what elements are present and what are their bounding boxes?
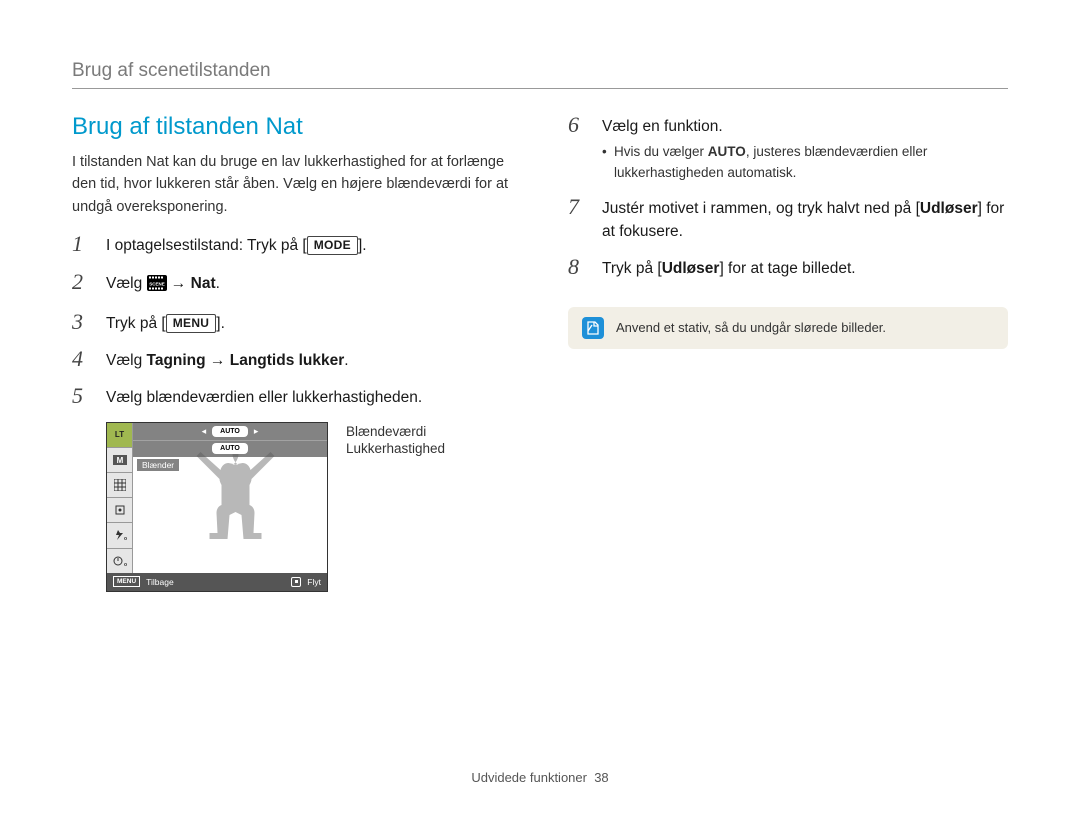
step-1: 1 I optagelsestilstand: Tryk på [MODE]. xyxy=(72,232,512,257)
left-arrow-icon: ◂ xyxy=(202,426,207,437)
svg-text:M: M xyxy=(116,456,123,465)
step-8: 8 Tryk på [Udløser] for at tage billedet… xyxy=(568,255,1008,280)
step-number: 8 xyxy=(568,255,590,279)
steps-left: 1 I optagelsestilstand: Tryk på [MODE]. … xyxy=(72,232,512,409)
content-columns: Brug af tilstanden Nat I tilstanden Nat … xyxy=(72,113,1008,592)
breadcrumb: Brug af scenetilstanden xyxy=(72,60,1008,82)
lcd-bottombar: MENU Tilbage Flyt xyxy=(107,573,327,591)
aperture-label: Blænder xyxy=(137,459,179,471)
auto-chip: AUTO xyxy=(212,426,248,437)
sidebar-timer-off-icon: off xyxy=(107,549,132,573)
step-3: 3 Tryk på [MENU]. xyxy=(72,310,512,335)
svg-text:off: off xyxy=(124,562,127,567)
step-number: 5 xyxy=(72,384,94,408)
lcd-topbar: ◂ AUTO ▸ AUTO xyxy=(133,423,327,457)
steps-right: 6 Vælg en funktion. Hvis du vælger AUTO,… xyxy=(568,113,1008,281)
intro-text: I tilstanden Nat kan du bruge en lav luk… xyxy=(72,151,512,218)
menu-key: MENU xyxy=(166,314,217,333)
move-label: Flyt xyxy=(307,577,321,587)
menu-chip: MENU xyxy=(113,576,140,587)
step-6: 6 Vælg en funktion. Hvis du vælger AUTO,… xyxy=(568,113,1008,183)
step-4: 4 Vælg Tagning → Langtids lukker. xyxy=(72,347,512,372)
bullet-item: Hvis du vælger AUTO, justeres blændeværd… xyxy=(602,142,1008,183)
note-text: Anvend et stativ, så du undgår slørede b… xyxy=(616,320,886,335)
step-text: Vælg blændeværdien eller lukkerhastighed… xyxy=(106,384,422,409)
step-text: Vælg en funktion. Hvis du vælger AUTO, j… xyxy=(602,113,1008,183)
step-text: Vælg Tagning → Langtids lukker. xyxy=(106,347,349,372)
step-text: Tryk på [MENU]. xyxy=(106,310,225,335)
aperture-row: ◂ AUTO ▸ xyxy=(133,423,327,440)
sub-bullets: Hvis du vælger AUTO, justeres blændeværd… xyxy=(602,142,1008,183)
page-footer: Udvidede funktioner 38 xyxy=(0,770,1080,785)
camera-lcd: LT M off off ◂ xyxy=(106,422,328,592)
shutter-row: AUTO xyxy=(133,440,327,457)
right-column: 6 Vælg en funktion. Hvis du vælger AUTO,… xyxy=(568,113,1008,592)
step-2: 2 Vælg SCENE → Nat. xyxy=(72,270,512,298)
step-number: 2 xyxy=(72,270,94,294)
lcd-side-labels: Blændeværdi Lukkerhastighed xyxy=(346,422,445,592)
svg-text:SCENE: SCENE xyxy=(149,281,165,286)
step-5: 5 Vælg blændeværdien eller lukkerhastigh… xyxy=(72,384,512,409)
note-box: Anvend et stativ, så du undgår slørede b… xyxy=(568,307,1008,349)
divider xyxy=(72,88,1008,89)
aperture-value-label: Blændeværdi xyxy=(346,423,445,441)
left-column: Brug af tilstanden Nat I tilstanden Nat … xyxy=(72,113,512,592)
right-arrow-icon: ▸ xyxy=(254,426,259,437)
lt-badge: LT xyxy=(107,423,132,448)
step-number: 6 xyxy=(568,113,590,137)
mode-key: MODE xyxy=(307,236,358,255)
sidebar-flash-off-icon: off xyxy=(107,523,132,548)
step-text: Justér motivet i rammen, og tryk halvt n… xyxy=(602,195,1008,244)
sidebar-focus-icon xyxy=(107,498,132,523)
lcd-illustration: LT M off off ◂ xyxy=(106,422,512,592)
svg-text:off: off xyxy=(124,536,127,541)
page-title: Brug af tilstanden Nat xyxy=(72,113,512,141)
sidebar-grid-icon xyxy=(107,473,132,498)
step-number: 4 xyxy=(72,347,94,371)
step-text: Vælg SCENE → Nat. xyxy=(106,270,220,298)
scene-icon: SCENE xyxy=(147,275,167,298)
step-number: 3 xyxy=(72,310,94,334)
step-7: 7 Justér motivet i rammen, og tryk halvt… xyxy=(568,195,1008,244)
step-text: Tryk på [Udløser] for at tage billedet. xyxy=(602,255,856,280)
step-number: 1 xyxy=(72,232,94,256)
silhouette-icon xyxy=(183,438,278,573)
step-text: I optagelsestilstand: Tryk på [MODE]. xyxy=(106,232,367,257)
nav-icon xyxy=(291,577,301,587)
shutter-speed-label: Lukkerhastighed xyxy=(346,440,445,458)
step-number: 7 xyxy=(568,195,590,219)
auto-chip: AUTO xyxy=(212,443,248,454)
sidebar-m-icon: M xyxy=(107,448,132,473)
note-icon xyxy=(582,317,604,339)
lcd-sidebar: LT M off off xyxy=(107,423,133,573)
back-label: Tilbage xyxy=(146,577,174,587)
lcd-viewport: ◂ AUTO ▸ AUTO Blænder xyxy=(133,423,327,573)
